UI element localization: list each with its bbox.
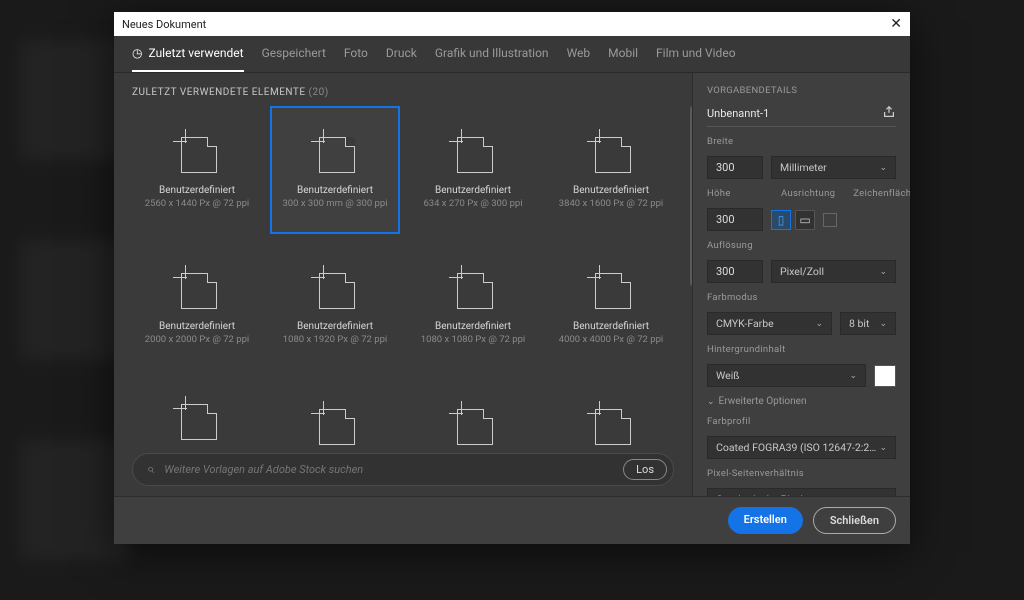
document-icon: [313, 131, 357, 175]
artboards-label: Zeichenflächen: [853, 188, 910, 199]
search-input[interactable]: [164, 463, 613, 476]
resolution-unit-select[interactable]: Pixel/Zoll⌄: [771, 260, 896, 283]
background-select[interactable]: Weiß⌄: [707, 364, 866, 387]
resolution-label: Auflösung: [707, 240, 896, 251]
preset-card[interactable]: Benutzerdefiniert 300 x 300 mm @ 300 ppi: [270, 106, 400, 234]
preset-name: Benutzerdefiniert: [297, 321, 373, 332]
create-button[interactable]: Erstellen: [728, 507, 803, 534]
preset-name: Benutzerdefiniert: [159, 321, 235, 332]
document-icon: [175, 267, 219, 311]
preset-name: Benutzerdefiniert: [573, 185, 649, 196]
preset-dims: 2560 x 1440 Px @ 72 ppi: [145, 198, 249, 209]
tab-foto[interactable]: Foto: [344, 46, 368, 72]
unit-select[interactable]: Millimeter⌄: [771, 156, 896, 179]
preset-card[interactable]: Benutzerdefiniert 4000 x 4000 Px @ 72 pp…: [546, 242, 676, 370]
document-icon: [589, 267, 633, 311]
background-label: Hintergrundinhalt: [707, 344, 896, 355]
orientation-label: Ausrichtung: [781, 188, 835, 199]
tab-gespeichert[interactable]: Gespeichert: [262, 46, 326, 72]
category-tabs: ◷Zuletzt verwendet Gespeichert Foto Druck Gr…: [114, 36, 910, 73]
close-icon[interactable]: ✕: [890, 16, 902, 32]
preset-dims: 1080 x 1080 Px @ 72 ppi: [421, 334, 525, 345]
preset-name[interactable]: Unbenannt-1: [707, 107, 769, 120]
advanced-toggle[interactable]: ⌄Erweiterte Optionen: [707, 396, 896, 407]
pixelaspect-label: Pixel-Seitenverhältnis: [707, 468, 896, 479]
preset-name: Benutzerdefiniert: [573, 321, 649, 332]
resolution-input[interactable]: 300: [707, 260, 763, 283]
new-document-dialog: Neues Dokument ✕ ◷Zuletzt verwendet Gespe…: [114, 12, 910, 544]
document-icon: [451, 131, 495, 175]
search-go-button[interactable]: Los: [623, 459, 667, 480]
section-heading: ZULETZT VERWENDETE ELEMENTE (20): [132, 87, 692, 98]
height-input[interactable]: 300: [707, 208, 763, 231]
preset-card[interactable]: Benutzerdefiniert 2048 x 2048 Px @ 72 pp…: [546, 378, 676, 445]
recent-icon: ◷: [132, 46, 142, 60]
colormode-label: Farbmodus: [707, 292, 896, 303]
preset-card[interactable]: Benutzerdefiniert 2735 x 3830 Px @ 72 pp…: [270, 378, 400, 445]
preset-name: Benutzerdefiniert: [435, 321, 511, 332]
presets-panel: ZULETZT VERWENDETE ELEMENTE (20) Benutze…: [114, 73, 692, 496]
preset-name: Benutzerdefiniert: [297, 185, 373, 196]
preset-grid: Benutzerdefiniert 2560 x 1440 Px @ 72 pp…: [132, 106, 692, 445]
document-icon: [175, 131, 219, 175]
tab-zuletzt-verwendet[interactable]: ◷Zuletzt verwendet: [132, 46, 244, 72]
preset-name: Benutzerdefiniert: [159, 185, 235, 196]
tab-mobil[interactable]: Mobil: [608, 46, 638, 72]
document-icon: [589, 403, 633, 445]
bitdepth-select[interactable]: 8 bit⌄: [840, 312, 896, 335]
preset-card[interactable]: Benutzerdefiniert 634 x 270 Px @ 300 ppi: [408, 106, 538, 234]
preset-name-row: Unbenannt-1: [707, 105, 896, 127]
stock-search: ⌕ Los: [132, 453, 674, 486]
colormode-select[interactable]: CMYK-Farbe⌄: [707, 312, 832, 335]
preset-card[interactable]: Benutzerdefiniert 3000 x 3000 Px @ 72 pp…: [408, 378, 538, 445]
orientation-landscape[interactable]: ▭: [795, 210, 815, 230]
preset-dims: 4000 x 4000 Px @ 72 ppi: [559, 334, 663, 345]
document-icon: [313, 403, 357, 445]
scrollbar[interactable]: [688, 106, 692, 445]
preset-card[interactable]: Benutzerdefiniert 1080 x 1920 Px @ 72 pp…: [270, 242, 400, 370]
titlebar: Neues Dokument ✕: [114, 12, 910, 36]
orientation-portrait[interactable]: ▯: [771, 210, 791, 230]
details-panel: VORGABENDETAILS Unbenannt-1 Breite 300 M…: [692, 73, 910, 496]
width-label: Breite: [707, 136, 896, 147]
preset-name: Benutzerdefiniert: [435, 185, 511, 196]
dialog-body: ZULETZT VERWENDETE ELEMENTE (20) Benutze…: [114, 73, 910, 496]
artboards-checkbox[interactable]: [823, 213, 837, 227]
preset-card[interactable]: Benutzerdefiniert 1080 x 1080 Px @ 72 pp…: [408, 242, 538, 370]
search-icon: ⌕: [147, 462, 154, 477]
preset-dims: 1080 x 1920 Px @ 72 ppi: [283, 334, 387, 345]
document-icon: [451, 267, 495, 311]
height-label: Höhe: [707, 188, 763, 199]
tab-film-und-video[interactable]: Film und Video: [656, 46, 736, 72]
export-icon[interactable]: [882, 105, 896, 122]
details-heading: VORGABENDETAILS: [707, 85, 896, 96]
preset-dims: 2000 x 2000 Px @ 72 ppi: [145, 334, 249, 345]
preset-card[interactable]: Benutzerdefiniert 2560 x 1440 Px @ 72 pp…: [132, 106, 262, 234]
dialog-footer: Erstellen Schließen: [114, 496, 910, 544]
pixelaspect-select[interactable]: Quadratische Pixel⌄: [707, 488, 896, 496]
document-icon: [313, 267, 357, 311]
width-input[interactable]: 300: [707, 156, 763, 179]
colorprofile-label: Farbprofil: [707, 416, 896, 427]
preset-dims: 300 x 300 mm @ 300 ppi: [282, 198, 387, 209]
preset-card[interactable]: Benutzerdefiniert 2735 x 3830 Px @ 72,00…: [132, 378, 262, 445]
tab-web[interactable]: Web: [567, 46, 591, 72]
preset-card[interactable]: Benutzerdefiniert 2000 x 2000 Px @ 72 pp…: [132, 242, 262, 370]
document-icon: [451, 403, 495, 445]
orientation-toggle: ▯ ▭: [771, 210, 815, 230]
preset-dims: 3840 x 1600 Px @ 72 ppi: [559, 198, 663, 209]
dialog-title: Neues Dokument: [122, 18, 206, 31]
preset-card[interactable]: Benutzerdefiniert 3840 x 1600 Px @ 72 pp…: [546, 106, 676, 234]
close-button[interactable]: Schließen: [813, 507, 896, 534]
preset-grid-wrap: Benutzerdefiniert 2560 x 1440 Px @ 72 pp…: [132, 106, 692, 445]
tab-grafik-und-illustration[interactable]: Grafik und Illustration: [435, 46, 549, 72]
tab-druck[interactable]: Druck: [386, 46, 417, 72]
background-swatch[interactable]: [874, 365, 896, 387]
preset-dims: 634 x 270 Px @ 300 ppi: [423, 198, 522, 209]
document-icon: [589, 131, 633, 175]
colorprofile-select[interactable]: Coated FOGRA39 (ISO 12647-2:2004)⌄: [707, 436, 896, 459]
document-icon: [175, 398, 219, 442]
